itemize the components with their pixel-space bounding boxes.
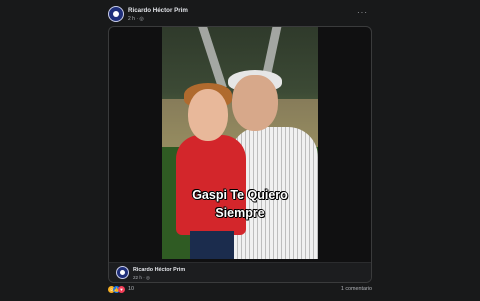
boy-face	[188, 89, 228, 141]
post-meta: 2 h · ◎	[128, 16, 144, 22]
man-face	[232, 75, 278, 131]
post-card: Gaspi Te Quiero Siempre Ricardo Héctor P…	[108, 26, 372, 283]
post-time[interactable]: 2 h ·	[128, 16, 139, 22]
avatar-badge-icon	[113, 11, 119, 17]
post-author[interactable]: Ricardo Héctor Prim	[128, 7, 188, 14]
avatar-badge-icon	[120, 270, 125, 275]
boy-pants	[190, 231, 234, 259]
shared-meta: 22 h · ◎	[133, 275, 150, 281]
globe-icon: ◎	[146, 275, 151, 280]
boy-figure	[176, 135, 246, 235]
more-options-button[interactable]: ···	[357, 8, 368, 17]
comment-count[interactable]: 1 comentario	[341, 286, 372, 292]
post-photo[interactable]: Gaspi Te Quiero Siempre	[162, 27, 318, 259]
post-header: Ricardo Héctor Prim 2 h · ◎ ···	[108, 6, 372, 24]
shared-time[interactable]: 22 h ·	[133, 275, 146, 280]
background-structure	[198, 27, 227, 87]
globe-icon: ◎	[139, 16, 144, 22]
reactions-bar: ☺ 👍 ♥ 10 1 comentario	[108, 286, 372, 296]
shared-post-header: Ricardo Héctor Prim 22 h · ◎	[109, 262, 371, 282]
shared-avatar[interactable]	[116, 266, 129, 279]
shared-author[interactable]: Ricardo Héctor Prim	[133, 267, 185, 273]
reaction-count[interactable]: 10	[128, 286, 134, 292]
photo-caption-line2: Siempre	[215, 206, 265, 220]
avatar[interactable]	[108, 6, 124, 22]
love-icon[interactable]: ♥	[118, 286, 125, 293]
photo-caption-line1: Gaspi Te Quiero	[192, 188, 288, 202]
